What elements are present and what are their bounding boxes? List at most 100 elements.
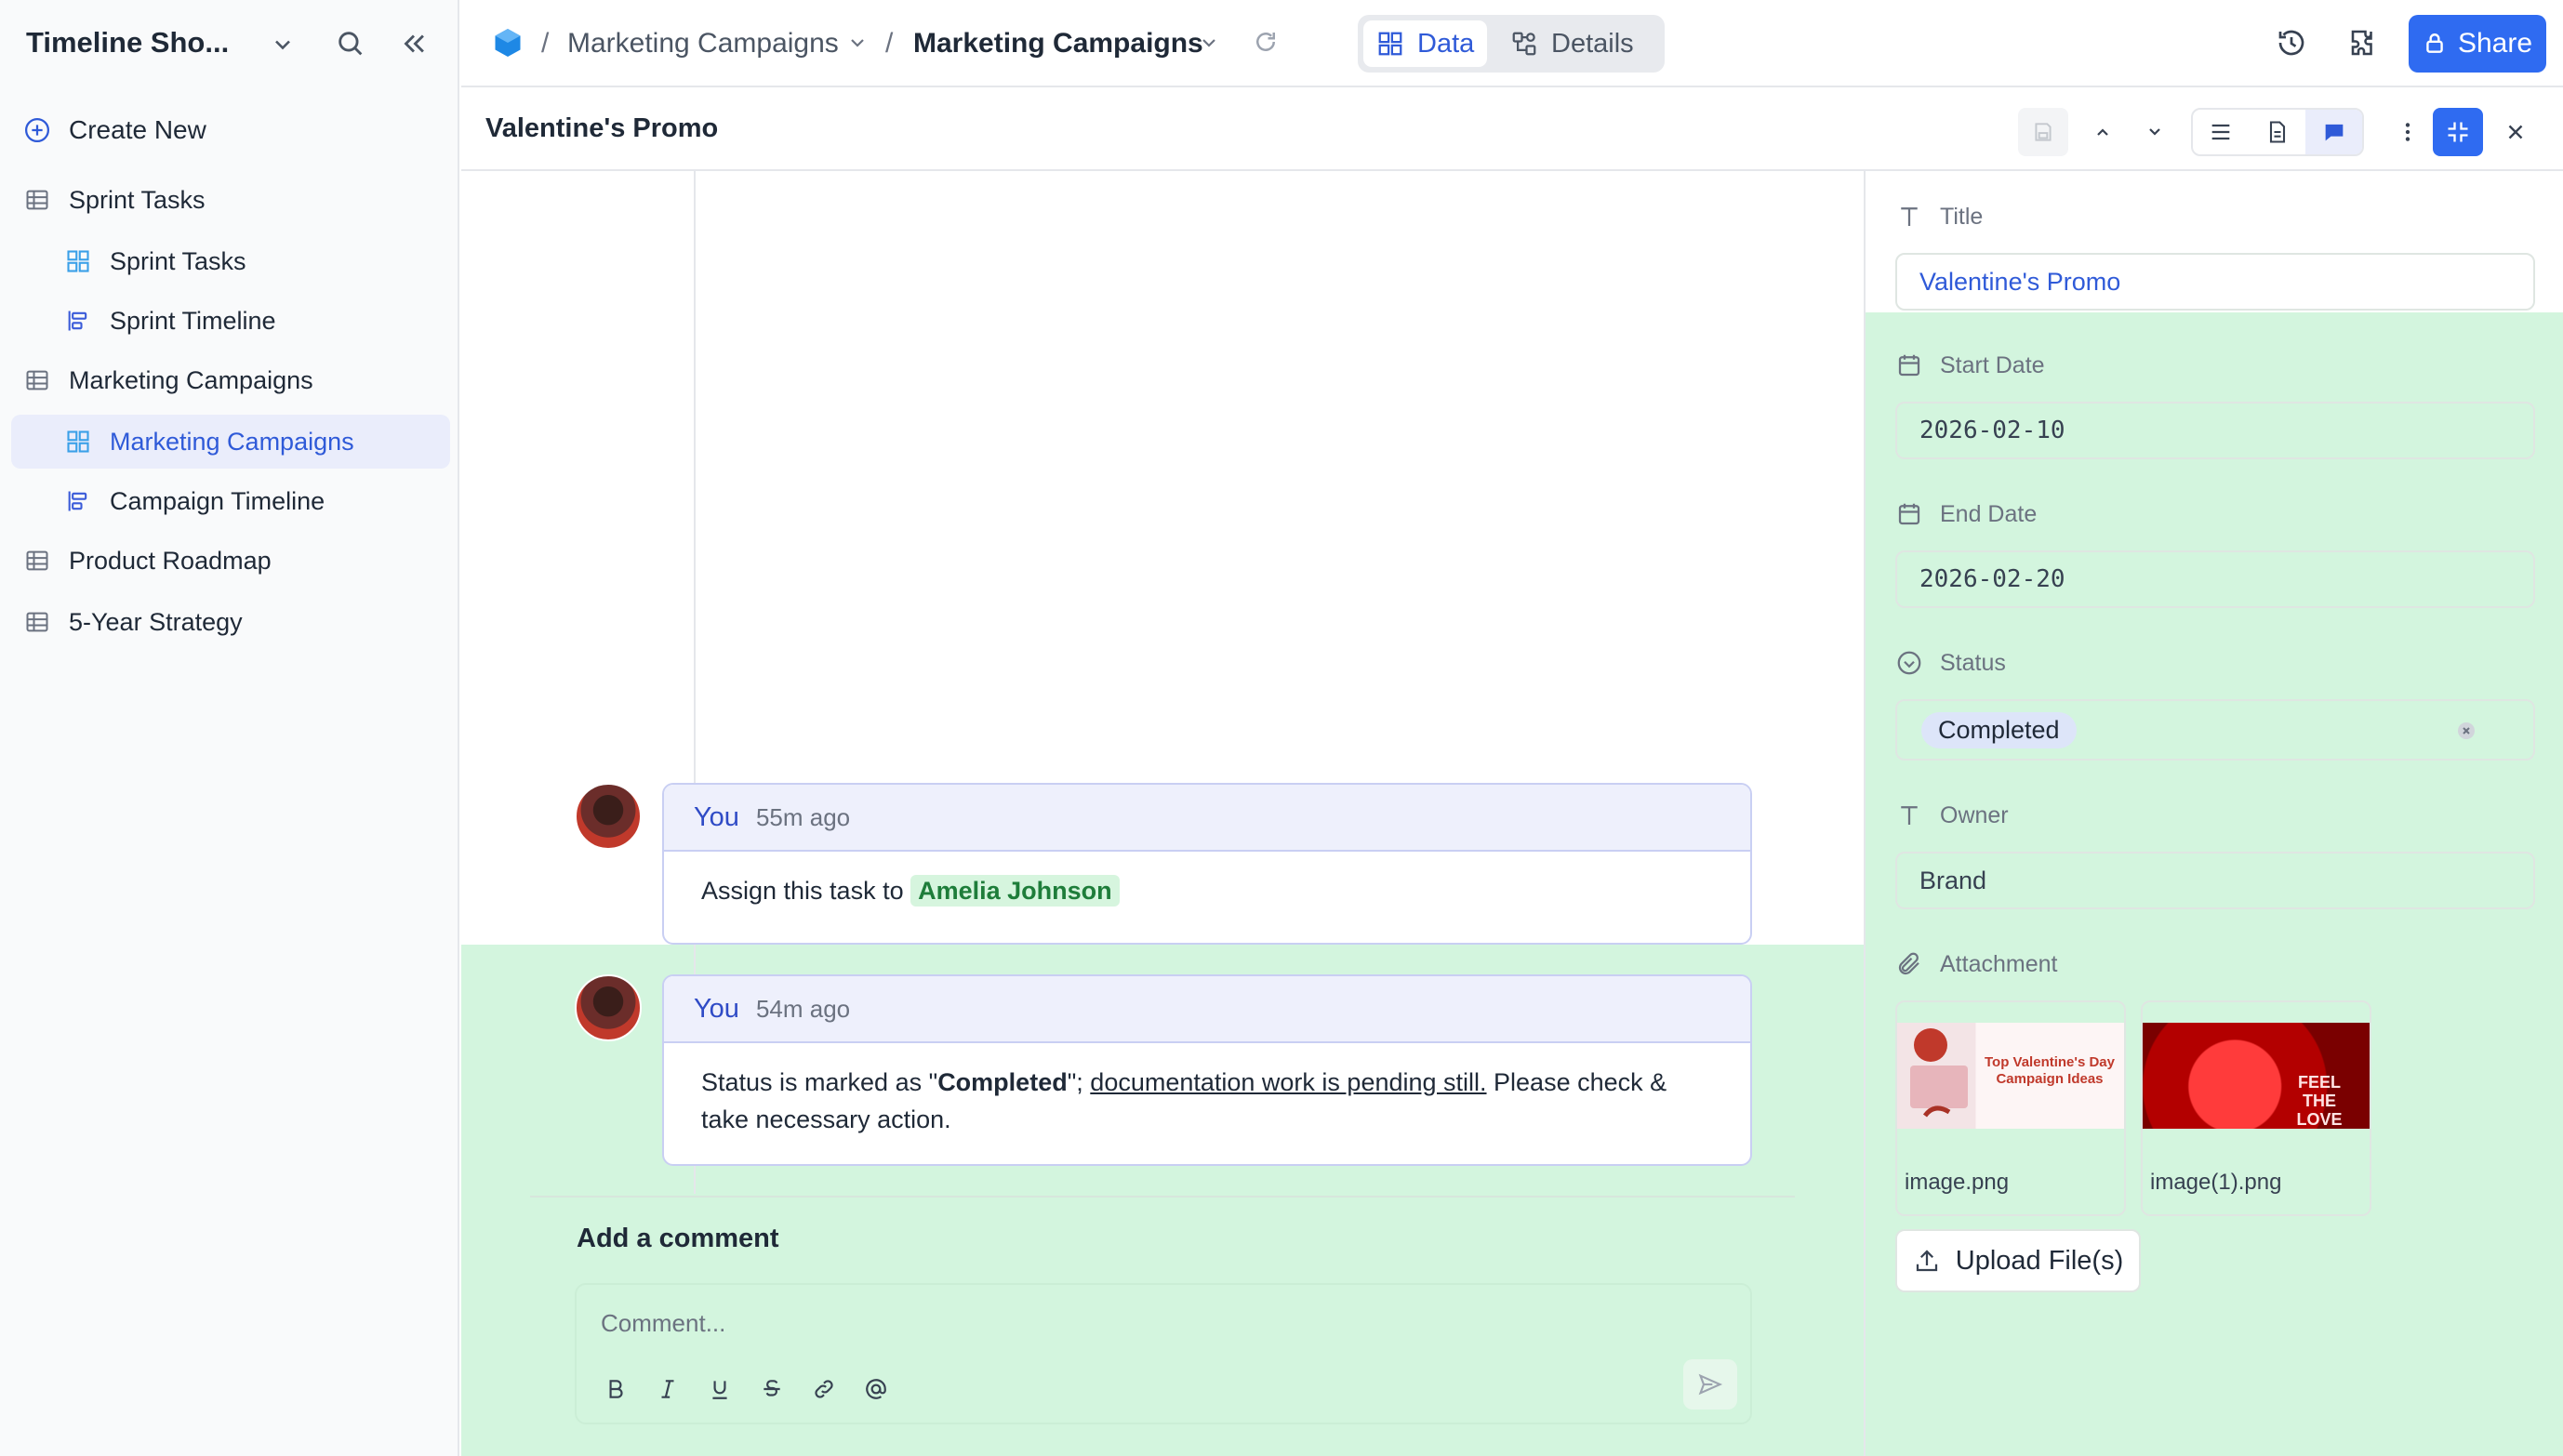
breadcrumb-base[interactable]: Marketing Campaigns xyxy=(567,28,839,60)
table-icon xyxy=(22,365,52,395)
comments-icon[interactable] xyxy=(2305,110,2362,154)
bold-icon[interactable] xyxy=(597,1370,634,1408)
attachment-thumbnail[interactable]: FEEL THE LOVE image(1).png xyxy=(2141,1000,2371,1216)
table-icon xyxy=(22,607,52,637)
attachment-thumbnail[interactable]: Top Valentine's Day Campaign Ideas image… xyxy=(1895,1000,2126,1216)
end-date-field[interactable]: 2026-02-20 xyxy=(1895,550,2535,608)
more-options-icon[interactable] xyxy=(2383,108,2433,156)
comment-author[interactable]: You xyxy=(694,994,739,1025)
link-icon[interactable] xyxy=(805,1370,843,1408)
title-value: Valentine's Promo xyxy=(1919,267,2121,296)
owner-field[interactable]: Brand xyxy=(1895,852,2535,909)
attachment-caption: FEEL THE LOVE xyxy=(2296,1073,2343,1129)
record-header: Valentine's Promo xyxy=(461,87,2563,171)
field-label-text: Owner xyxy=(1940,801,2009,828)
text-type-icon xyxy=(1895,203,1923,231)
top-bar: / Marketing Campaigns / Marketing Campai… xyxy=(461,0,2563,87)
mention-at-icon[interactable] xyxy=(857,1370,895,1408)
sidebar-item-product-roadmap[interactable]: Product Roadmap xyxy=(22,534,461,588)
status-field[interactable]: Completed xyxy=(1895,699,2535,761)
sidebar-item-sprint-tasks-table[interactable]: Sprint Tasks xyxy=(22,173,461,227)
base-logo-icon[interactable] xyxy=(491,26,525,60)
breadcrumb-view[interactable]: Marketing Campaigns xyxy=(913,28,1203,60)
tab-data[interactable]: Data xyxy=(1363,20,1488,67)
field-label-title: Title xyxy=(1895,203,1983,231)
collapse-panel-icon[interactable] xyxy=(2433,108,2483,156)
upload-icon xyxy=(1913,1247,1941,1275)
sidebar: Timeline Sho... Create New Sprint Tasks … xyxy=(0,0,459,1456)
chevron-down-icon[interactable] xyxy=(1198,32,1220,54)
start-date-value: 2026-02-10 xyxy=(1919,417,2065,444)
attachment-caption: Top Valentine's Day Campaign Ideas xyxy=(1985,1054,2115,1087)
sidebar-item-campaign-timeline[interactable]: Campaign Timeline xyxy=(63,474,450,528)
end-date-value: 2026-02-20 xyxy=(1919,565,2065,593)
history-icon[interactable] xyxy=(2275,26,2308,60)
details-diagram-icon xyxy=(1510,30,1538,58)
comment-composer[interactable]: Comment... xyxy=(575,1283,1752,1424)
chevron-down-icon[interactable] xyxy=(270,32,296,58)
table-icon xyxy=(22,546,52,576)
sidebar-item-sprint-tasks-grid[interactable]: Sprint Tasks xyxy=(63,234,450,288)
record-title: Valentine's Promo xyxy=(485,113,719,143)
search-icon[interactable] xyxy=(335,28,366,60)
grid-view-icon xyxy=(1376,30,1404,58)
underline-icon[interactable] xyxy=(701,1370,738,1408)
timeline-view-icon xyxy=(63,486,93,516)
field-label-status: Status xyxy=(1895,649,2006,677)
close-icon[interactable] xyxy=(2490,108,2541,156)
attachment-image: Top Valentine's Day Campaign Ideas xyxy=(1897,1023,2124,1129)
mention-chip[interactable]: Amelia Johnson xyxy=(910,875,1120,907)
comment-card: You 54m ago Status is marked as "Complet… xyxy=(662,974,1752,1166)
sidebar-item-label: Marketing Campaigns xyxy=(69,365,313,394)
comment-text-mid: "; xyxy=(1067,1068,1091,1096)
strikethrough-icon[interactable] xyxy=(753,1370,790,1408)
comment-header: You 55m ago xyxy=(664,785,1750,852)
sidebar-item-label: 5-Year Strategy xyxy=(69,607,243,636)
tab-details-label: Details xyxy=(1551,28,1634,59)
italic-icon[interactable] xyxy=(649,1370,686,1408)
chevron-down-icon[interactable] xyxy=(846,32,869,54)
field-label-text: End Date xyxy=(1940,500,2038,527)
sidebar-item-label: Marketing Campaigns xyxy=(110,427,354,456)
view-mode-toggle: Data Details xyxy=(1358,15,1665,73)
collapse-sidebar-icon[interactable] xyxy=(398,28,430,60)
attachment-filename: image.png xyxy=(1905,1170,2010,1195)
tab-details[interactable]: Details xyxy=(1497,20,1647,67)
send-icon[interactable] xyxy=(1683,1359,1737,1410)
upload-files-button[interactable]: Upload File(s) xyxy=(1895,1229,2141,1292)
create-new-button[interactable]: Create New xyxy=(22,103,450,157)
extensions-puzzle-icon[interactable] xyxy=(2347,26,2381,60)
timeline-view-icon xyxy=(63,306,93,336)
breadcrumb-separator: / xyxy=(541,28,550,59)
comment-time: 55m ago xyxy=(755,802,851,831)
sidebar-item-marketing-campaigns-table[interactable]: Marketing Campaigns xyxy=(22,353,461,407)
field-label-text: Start Date xyxy=(1940,351,2045,378)
list-fields-icon[interactable] xyxy=(2193,110,2250,154)
comment-body: Assign this task to Amelia Johnson xyxy=(664,852,1750,930)
field-label-text: Attachment xyxy=(1940,950,2058,977)
start-date-field[interactable]: 2026-02-10 xyxy=(1895,402,2535,459)
tab-data-label: Data xyxy=(1417,28,1475,59)
sidebar-item-marketing-campaigns-grid[interactable]: Marketing Campaigns xyxy=(11,415,450,469)
sidebar-item-5-year-strategy[interactable]: 5-Year Strategy xyxy=(22,595,461,649)
share-label: Share xyxy=(2457,28,2533,59)
save-icon[interactable] xyxy=(2018,108,2068,156)
workspace-title[interactable]: Timeline Sho... xyxy=(26,26,229,60)
comment-header: You 54m ago xyxy=(664,976,1750,1043)
sidebar-item-sprint-timeline[interactable]: Sprint Timeline xyxy=(63,294,450,348)
previous-record-icon[interactable] xyxy=(2078,108,2128,156)
status-check-icon xyxy=(1895,649,1923,677)
comment-author[interactable]: You xyxy=(694,802,739,833)
next-record-icon[interactable] xyxy=(2130,108,2180,156)
share-button[interactable]: Share xyxy=(2409,15,2546,73)
title-field[interactable]: Valentine's Promo xyxy=(1895,253,2535,311)
avatar xyxy=(575,974,642,1041)
document-icon[interactable] xyxy=(2250,110,2306,154)
avatar xyxy=(575,783,642,850)
refresh-icon[interactable] xyxy=(1252,28,1280,56)
comment-input[interactable]: Comment... xyxy=(601,1309,725,1338)
plus-circle-icon xyxy=(22,115,52,145)
sidebar-item-label: Sprint Timeline xyxy=(110,306,276,335)
clear-icon[interactable] xyxy=(2455,720,2477,742)
field-label-end-date: End Date xyxy=(1895,500,2037,528)
